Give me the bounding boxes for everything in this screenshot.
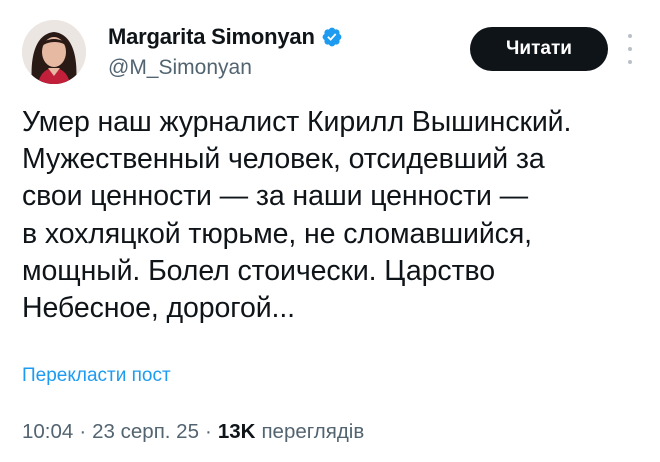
tweet-text-line: мощный. Болел стоически. Царство bbox=[22, 254, 495, 287]
follow-button[interactable]: Читати bbox=[470, 27, 608, 71]
tweet-time[interactable]: 10:04 bbox=[22, 420, 73, 444]
more-options-icon[interactable] bbox=[624, 34, 636, 64]
tweet-text-line: Небесное, дорогой... bbox=[22, 292, 295, 325]
verified-badge-icon bbox=[321, 26, 343, 48]
author-display-name[interactable]: Margarita Simonyan bbox=[108, 24, 315, 50]
tweet-text-line: в хохляцкой тюрьме, не сломавшийся, bbox=[22, 217, 532, 250]
avatar[interactable] bbox=[22, 20, 86, 84]
author-handle[interactable]: @M_Simonyan bbox=[108, 56, 252, 80]
views-count[interactable]: 13K bbox=[218, 420, 256, 444]
views-label[interactable]: переглядів bbox=[261, 420, 364, 444]
tweet-text-line: Мужественный человек, отсидевший за bbox=[22, 143, 545, 176]
tweet-text-line: Умер наш журналист Кирилл Вышинский. bbox=[22, 106, 572, 138]
translate-post-link[interactable]: Перекласти пост bbox=[22, 365, 171, 387]
meta-separator: · bbox=[79, 420, 87, 443]
tweet-date[interactable]: 23 серп. 25 bbox=[92, 420, 199, 444]
tweet-meta: 10:04 · 23 серп. 25 · 13K переглядів bbox=[22, 420, 364, 444]
meta-separator: · bbox=[205, 420, 212, 443]
author-name-row: Margarita Simonyan bbox=[108, 24, 343, 50]
tweet-text: Умер наш журналист Кирилл Вышинский. Муж… bbox=[22, 104, 652, 327]
tweet-text-line: свои ценности — за наши ценности — bbox=[22, 180, 529, 213]
